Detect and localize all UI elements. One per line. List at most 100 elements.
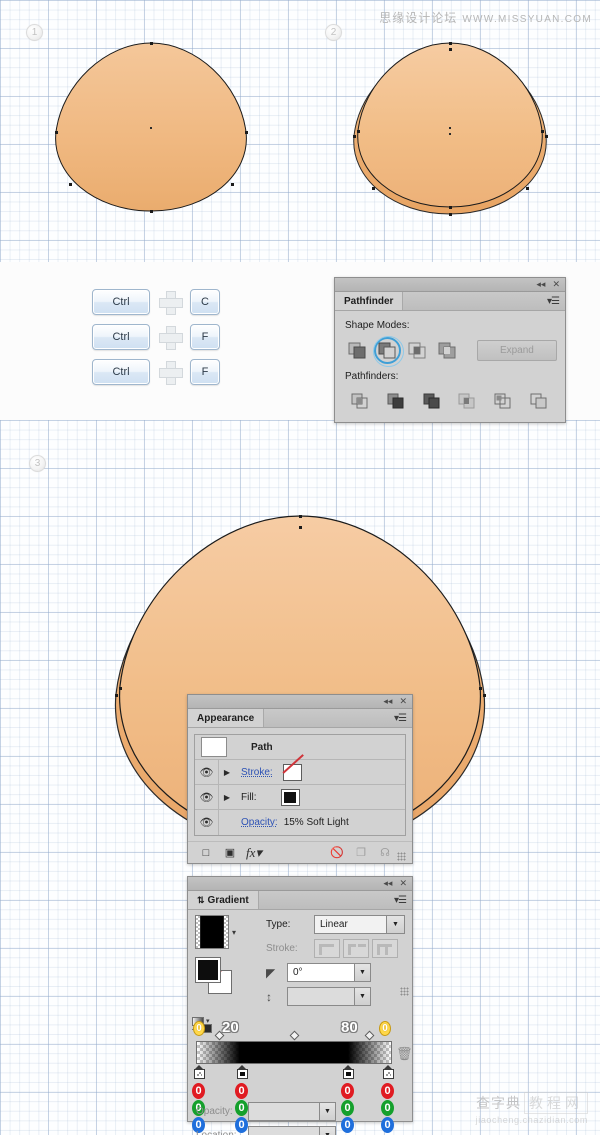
key-c[interactable]: C [190,289,220,315]
shape-mode-unite-button[interactable] [343,337,373,363]
shape-mode-exclude-button[interactable] [433,337,463,363]
chevron-down-icon[interactable]: ▼ [319,1127,335,1135]
collapse-icon[interactable]: ◂◂ [536,280,545,289]
gradient-preview-swatch[interactable] [195,915,229,949]
chevron-right-icon[interactable]: ▶ [219,793,235,802]
delete-item-icon[interactable]: ☊ [373,846,397,859]
anchor-point[interactable] [245,131,248,134]
gradient-presets-chevron-icon[interactable]: ▾ [232,928,236,937]
gradient-opacity-input[interactable]: ▼ [248,1102,336,1121]
tab-pathfinder[interactable]: Pathfinder [335,292,403,310]
stroke-swatch-none[interactable] [283,764,302,781]
pathfinder-minus-back-button[interactable] [521,388,557,414]
anchor-point[interactable] [449,206,452,209]
gradient-stop-0[interactable] [194,1065,205,1079]
anchor-point[interactable] [150,42,153,45]
key-ctrl-1[interactable]: Ctrl [92,289,150,315]
egg-shape-step-1[interactable] [48,40,254,215]
anchor-point[interactable] [483,694,486,697]
gradient-angle-input[interactable]: 0° ▼ [287,963,371,982]
key-f-2[interactable]: F [190,359,220,385]
anchor-point[interactable] [55,131,58,134]
close-icon[interactable]: ✕ [399,879,407,888]
egg-shape-step-2[interactable] [346,38,554,218]
fill-stroke-indicator[interactable] [195,957,233,995]
anchor-point[interactable] [299,515,302,518]
chevron-down-icon[interactable]: ▼ [386,916,404,933]
gradient-stop-100[interactable] [383,1065,394,1079]
opacity-label[interactable]: Opacity: [241,817,278,828]
anchor-point[interactable] [449,48,452,51]
anchor-point[interactable] [372,187,375,190]
anchor-point[interactable] [115,694,118,697]
chevron-down-icon[interactable]: ▼ [354,964,370,981]
stroke-label[interactable]: Stroke: [241,767,273,778]
resize-grip[interactable] [400,987,409,996]
add-new-effect-icon[interactable]: fx▾ [242,845,266,861]
pathfinder-divide-button[interactable] [343,388,379,414]
anchor-point[interactable] [541,130,544,133]
panel-menu-icon[interactable]: ▾☰ [394,709,412,727]
tab-gradient[interactable]: ⇅Gradient [188,891,259,909]
eye-icon[interactable]: 👁 [195,785,219,809]
fill-box-black[interactable] [195,957,221,983]
tab-appearance[interactable]: Appearance [188,709,264,727]
panel-menu-icon[interactable]: ▾☰ [547,292,565,310]
gradient-aspect-input[interactable]: ▼ [287,987,371,1006]
anchor-point[interactable] [526,187,529,190]
anchor-point[interactable] [69,183,72,186]
key-ctrl-3[interactable]: Ctrl [92,359,150,385]
delete-stop-icon[interactable]: 🗑 [396,1046,413,1062]
add-new-stroke-icon[interactable]: □ [194,847,218,859]
eye-icon[interactable]: 👁 [195,760,219,784]
expand-button[interactable]: Expand [477,340,557,361]
appearance-row-stroke[interactable]: 👁 ▶ Stroke: [195,760,405,785]
anchor-point[interactable] [299,526,302,529]
add-new-fill-icon[interactable]: ▣ [218,846,242,859]
pathfinder-trim-button[interactable] [379,388,415,414]
anchor-point[interactable] [119,687,122,690]
chevron-right-icon[interactable]: ▶ [219,768,235,777]
shape-mode-minus-front-button[interactable] [373,337,403,363]
anchor-point[interactable] [479,687,482,690]
appearance-row-fill[interactable]: 👁 ▶ Fill: [195,785,405,810]
eye-icon[interactable]: 👁 [195,810,219,835]
anchor-point[interactable] [545,135,548,138]
chevron-down-icon[interactable]: ▼ [354,988,370,1005]
gradient-ramp[interactable] [196,1041,392,1064]
close-icon[interactable]: ✕ [552,280,560,289]
clear-appearance-icon[interactable]: 🚫 [325,846,349,859]
pathfinder-crop-button[interactable] [450,388,486,414]
gradient-slider[interactable]: 0 20 80 0 0 0 0 [196,1041,392,1064]
fill-swatch-black[interactable] [281,789,300,806]
duplicate-item-icon[interactable]: ❐ [349,846,373,859]
close-icon[interactable]: ✕ [399,697,407,706]
collapse-icon[interactable]: ◂◂ [383,697,392,706]
pathfinder-merge-button[interactable] [414,388,450,414]
pathfinder-outline-button[interactable] [486,388,522,414]
anchor-point[interactable] [353,135,356,138]
resize-grip[interactable] [397,852,406,861]
anchor-point[interactable] [150,210,153,213]
gradient-stop-80[interactable] [343,1065,354,1079]
gradient-midpoint[interactable] [290,1031,300,1041]
gradient-type-select[interactable]: Linear ▼ [314,915,405,934]
appearance-row-opacity[interactable]: 👁 ▶ Opacity: 15% Soft Light [195,810,405,835]
key-ctrl-2[interactable]: Ctrl [92,324,150,350]
collapse-icon[interactable]: ◂◂ [383,879,392,888]
stroke-along-icon[interactable] [343,939,369,958]
key-c-label: C [201,296,209,308]
anchor-point[interactable] [231,183,234,186]
gradient-location-input[interactable]: ▼ [248,1126,336,1135]
shape-mode-intersect-button[interactable] [403,337,433,363]
stroke-within-icon[interactable] [314,939,340,958]
panel-menu-icon[interactable]: ▾☰ [394,891,412,909]
anchor-point[interactable] [449,213,452,216]
chevron-down-icon[interactable]: ▼ [319,1103,335,1120]
stroke-across-icon[interactable] [372,939,398,958]
gradient-midpoint[interactable] [365,1031,375,1041]
gradient-stop-20[interactable] [237,1065,248,1079]
key-f-1[interactable]: F [190,324,220,350]
anchor-point[interactable] [449,42,452,45]
anchor-point[interactable] [357,130,360,133]
